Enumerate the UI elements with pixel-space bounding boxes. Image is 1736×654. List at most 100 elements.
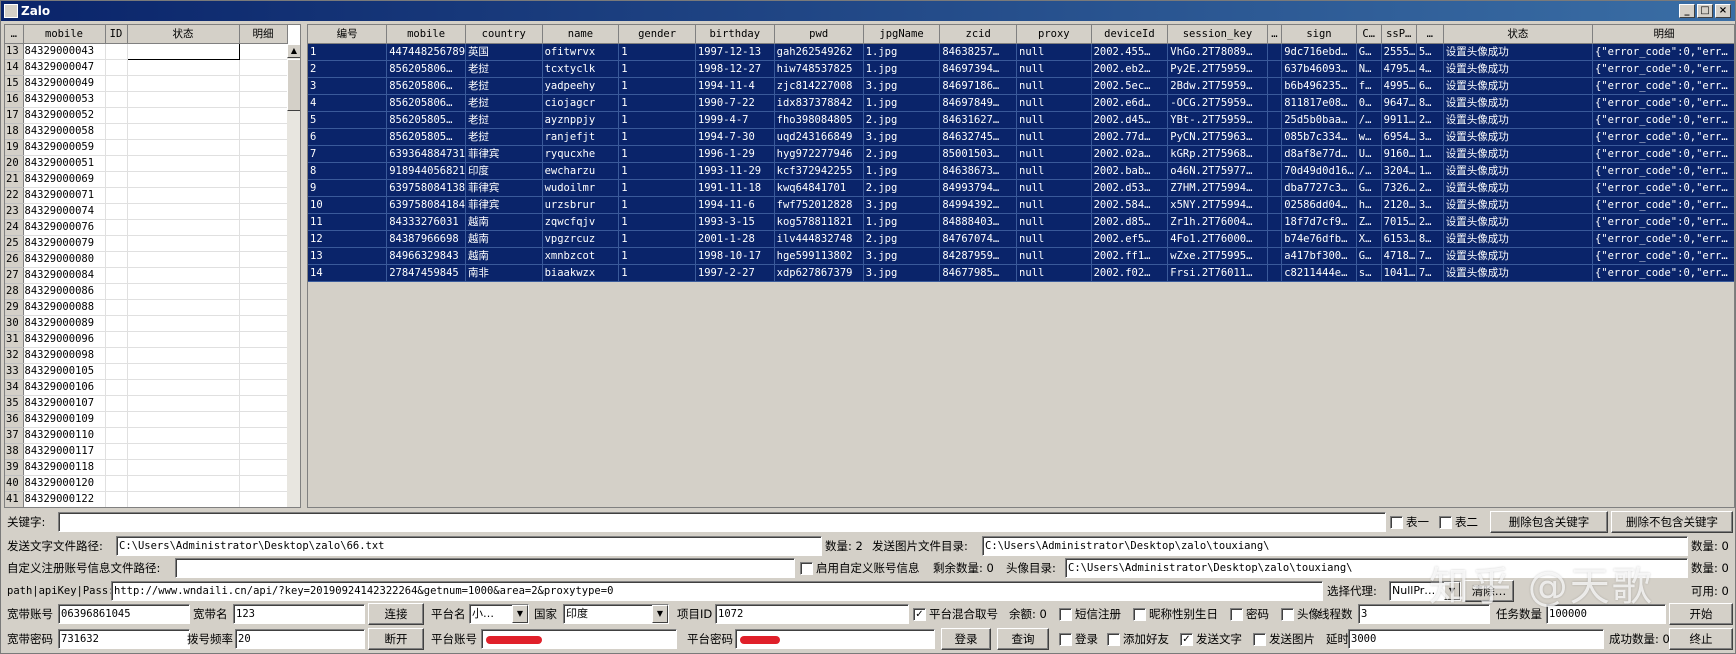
table-cell[interactable] — [127, 267, 240, 284]
table-cell[interactable]: hge599113802 — [774, 247, 864, 265]
table-cell[interactable]: 设置头像成功 — [1443, 230, 1593, 248]
table-cell[interactable]: 84329000052 — [23, 107, 106, 124]
table-cell[interactable]: Py2E.2T75959… — [1167, 60, 1268, 78]
table-cell[interactable]: 8 — [308, 162, 388, 180]
table-cell[interactable]: null — [1016, 128, 1092, 146]
table-cell[interactable]: 1.jpg — [863, 43, 941, 61]
table-cell[interactable]: 7… — [1416, 247, 1444, 265]
table-cell[interactable]: 639364884731 — [386, 145, 466, 163]
table-cell[interactable]: 9 — [308, 179, 388, 197]
table-cell[interactable] — [127, 443, 240, 460]
table-cell[interactable]: 1 — [308, 43, 388, 61]
table-cell[interactable]: 1990-7-22 — [695, 94, 775, 112]
broadband-account-input[interactable]: 06396861045 — [58, 604, 190, 624]
dial-frequency-input[interactable]: 20 — [235, 629, 365, 649]
table-cell[interactable]: 2002.5ec… — [1091, 77, 1169, 95]
table-cell[interactable]: 639758084184 — [386, 196, 466, 214]
table-cell[interactable]: 7 — [308, 145, 388, 163]
table-cell[interactable]: 设置头像成功 — [1443, 247, 1593, 265]
table-cell[interactable]: 84329000076 — [23, 219, 106, 236]
table-cell[interactable]: 84329000074 — [23, 203, 106, 220]
table-cell[interactable]: 84638673… — [939, 162, 1018, 180]
table-cell[interactable]: null — [1016, 230, 1092, 248]
table-cell[interactable] — [105, 251, 128, 268]
table-cell[interactable]: tcxtyclk — [542, 60, 620, 78]
table-cell[interactable]: 1 — [618, 60, 696, 78]
table-row[interactable]: 19 84329000059 — [5, 139, 288, 156]
right-col-header[interactable]: country — [465, 25, 543, 44]
table-row[interactable]: 13 84966329843 越南 xmnbzcot 1 1998-10-17 hge599… — [308, 247, 1734, 265]
table-cell[interactable]: 设置头像成功 — [1443, 179, 1593, 197]
table-cell[interactable] — [239, 123, 288, 140]
table-cell[interactable]: 0… — [1356, 94, 1382, 112]
table-cell[interactable]: U… — [1356, 145, 1382, 163]
table-cell[interactable]: 2002.455… — [1091, 43, 1169, 61]
table-cell[interactable]: kwq64841701 — [774, 179, 864, 197]
right-col-header[interactable]: ssP… — [1381, 25, 1417, 44]
table-cell[interactable]: ewcharzu — [542, 162, 620, 180]
table-cell[interactable]: c8211444e… — [1281, 264, 1357, 282]
table-cell[interactable]: 1… — [1416, 145, 1444, 163]
table-cell[interactable]: 英国 — [465, 43, 543, 61]
table-cell[interactable]: {"error_code":0,"err… — [1592, 94, 1734, 112]
table-cell[interactable]: 2.jpg — [863, 145, 941, 163]
table-cell[interactable]: 3… — [1416, 128, 1444, 146]
table-cell[interactable]: 35 — [5, 395, 24, 412]
table-row[interactable]: 34 84329000106 — [5, 379, 288, 396]
table-cell[interactable]: 84677985… — [939, 264, 1018, 282]
left-col-header[interactable]: … — [5, 25, 24, 44]
table-cell[interactable]: null — [1016, 77, 1092, 95]
table-cell[interactable]: 设置头像成功 — [1443, 196, 1593, 214]
table-row[interactable]: 4 856205806… 老挝 ciojagcr 1 1990-7-22 idx837378… — [308, 94, 1734, 112]
minimize-button[interactable]: _ — [1679, 4, 1695, 18]
table-cell[interactable] — [239, 219, 288, 236]
left-col-header[interactable]: 状态 — [127, 25, 240, 44]
table-cell[interactable]: ryqucxhe — [542, 145, 620, 163]
table-cell[interactable]: urzsbrur — [542, 196, 620, 214]
table-cell[interactable]: 84329000080 — [23, 251, 106, 268]
nick-gender-birthday-checkbox[interactable] — [1133, 608, 1146, 621]
table-cell[interactable]: 856205805… — [386, 111, 466, 129]
delete-contains-keyword-button[interactable]: 删除包含关键字 — [1490, 511, 1608, 533]
table-cell[interactable]: vpgzrcuz — [542, 230, 620, 248]
table-cell[interactable]: 1 — [618, 264, 696, 282]
table-cell[interactable]: 设置头像成功 — [1443, 145, 1593, 163]
table-cell[interactable] — [1267, 94, 1283, 112]
table-row[interactable]: 27 84329000084 — [5, 267, 288, 284]
table-cell[interactable]: 13 — [308, 247, 388, 265]
table-cell[interactable]: null — [1016, 43, 1092, 61]
table-cell[interactable]: 14 — [5, 59, 24, 76]
stop-button[interactable]: 终止 — [1669, 628, 1733, 650]
table-cell[interactable]: {"error_code":0,"err… — [1592, 230, 1734, 248]
table-cell[interactable]: 2Bdw.2T75959… — [1167, 77, 1268, 95]
table-cell[interactable] — [127, 459, 240, 476]
table-cell[interactable]: 1 — [618, 128, 696, 146]
table-cell[interactable]: PyCN.2T75963… — [1167, 128, 1268, 146]
table-cell[interactable]: Z7HM.2T75994… — [1167, 179, 1268, 197]
table-cell[interactable]: 10 — [308, 196, 388, 214]
table-row[interactable]: 7 639364884731 菲律宾 ryqucxhe 1 1996-1-29 hyg972… — [308, 145, 1734, 163]
table-cell[interactable]: w… — [1356, 128, 1382, 146]
table-cell[interactable] — [105, 363, 128, 380]
table-row[interactable]: 30 84329000089 — [5, 315, 288, 332]
table-cell[interactable]: 设置头像成功 — [1443, 162, 1593, 180]
table-cell[interactable] — [105, 299, 128, 316]
table-cell[interactable]: d8af8e77d… — [1281, 145, 1357, 163]
login-button[interactable]: 登录 — [941, 628, 991, 650]
table-cell[interactable]: {"error_code":0,"err… — [1592, 213, 1734, 231]
table-cell[interactable]: 印度 — [465, 162, 543, 180]
table-cell[interactable] — [1267, 60, 1283, 78]
table-cell[interactable]: 84329000110 — [23, 427, 106, 444]
table-cell[interactable]: 1.jpg — [863, 213, 941, 231]
disconnect-button[interactable]: 断开 — [368, 628, 424, 650]
table-cell[interactable]: 1 — [618, 111, 696, 129]
table-cell[interactable]: 1… — [1416, 162, 1444, 180]
table-cell[interactable] — [127, 219, 240, 236]
table-cell[interactable] — [105, 491, 128, 507]
table-cell[interactable]: 老挝 — [465, 60, 543, 78]
table-cell[interactable]: VhGo.2T78089… — [1167, 43, 1268, 61]
table-row[interactable]: 5 856205805… 老挝 ayznppjy 1 1999-4-7 fho3980848… — [308, 111, 1734, 129]
table-cell[interactable]: 14 — [308, 264, 388, 282]
table-cell[interactable]: 2002.ff1… — [1091, 247, 1169, 265]
table-row[interactable]: 15 84329000049 — [5, 75, 288, 92]
